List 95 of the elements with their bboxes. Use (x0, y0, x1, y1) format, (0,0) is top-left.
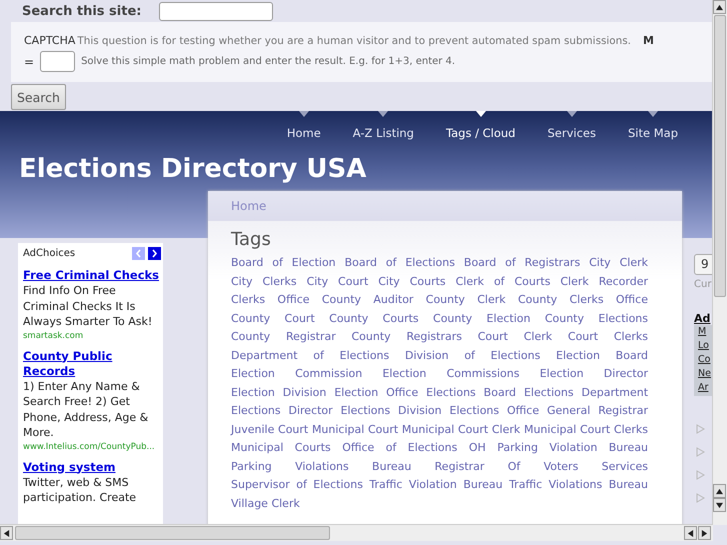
captcha-answer-field[interactable] (40, 51, 76, 72)
tag-link[interactable]: Clerks Office (231, 293, 310, 306)
search-field[interactable] (159, 2, 274, 20)
tag-link[interactable]: County Registrars (352, 330, 462, 343)
page-button[interactable]: 9 (694, 254, 713, 274)
play-triangle-icon[interactable] (696, 424, 705, 434)
tag-link[interactable]: City Clerks (231, 274, 297, 288)
nav-link[interactable]: A-Z Listing (336, 111, 430, 140)
tag-link[interactable]: County Clerks Office (518, 293, 648, 306)
tag-link[interactable]: City Court (306, 274, 368, 288)
tag-link[interactable]: County Elections (544, 312, 648, 324)
scroll-left-icon[interactable] (0, 526, 13, 540)
scroll-down-icon[interactable] (713, 498, 726, 512)
ad-box-link[interactable]: Ne (698, 366, 711, 380)
tag-link[interactable]: Department of Elections (231, 348, 390, 362)
tag-link[interactable]: Elections Department (524, 386, 648, 398)
tag-link[interactable]: Elections Office (450, 404, 540, 417)
tag-link[interactable]: Election Board (556, 348, 648, 362)
tag-link[interactable]: Board of Registrars (464, 256, 580, 269)
tag-link[interactable]: City Courts (378, 274, 446, 288)
ad-box-link[interactable]: Ar (698, 380, 708, 394)
scroll-right-icon[interactable] (698, 526, 711, 540)
ad-box-link[interactable]: M (698, 324, 706, 338)
play-triangle-icon[interactable] (696, 470, 705, 480)
tag-link[interactable]: General Registrar (547, 404, 648, 417)
tag-link[interactable]: County Court (231, 312, 315, 324)
tag-link[interactable]: Municipal Court Clerks (524, 422, 648, 436)
tag-link[interactable]: Election Director (540, 367, 648, 380)
tag-link[interactable]: Court Clerks (568, 330, 648, 343)
tag-link[interactable]: County Registrar (231, 330, 336, 343)
ad-text: Twitter, web & SMS participation. Create (23, 474, 138, 506)
play-triangle-icon[interactable] (696, 446, 705, 456)
nav-link[interactable]: Home (270, 111, 337, 140)
tag-link[interactable]: County Courts (329, 312, 419, 324)
tag-link[interactable]: Office of Elections (342, 441, 458, 454)
tag-link[interactable]: Village Clerk (231, 496, 300, 510)
vertical-scrollbar[interactable] (712, 0, 727, 525)
adchoices-label[interactable]: AdChoices (23, 248, 76, 259)
ad-box-title: Ad (694, 312, 713, 324)
play-triangle-icon[interactable] (696, 492, 705, 502)
ad-text: 1) Enter Any Name & Search Free! 2) Get Phone, Address, Age & More. (23, 378, 150, 440)
tag-link[interactable]: Board of Election (231, 256, 336, 269)
nav-link[interactable]: Services (531, 111, 612, 140)
tag-link[interactable]: Services (602, 460, 648, 472)
tag-link[interactable]: Election Office (334, 386, 418, 398)
tag-link[interactable]: Division of Elections (405, 348, 540, 362)
tag-link[interactable]: Elections Director (231, 404, 333, 417)
tag-link[interactable]: OH (468, 441, 486, 454)
captcha-hint: Solve this simple math problem and enter the result. E.g. for 1+3, enter 4. (81, 56, 456, 67)
site-title: Elections Directory USA (19, 154, 368, 184)
nav-link[interactable]: Site Map (612, 111, 694, 140)
tag-link[interactable]: Court Clerk (478, 330, 552, 343)
math-question: M (642, 34, 654, 47)
tag-link[interactable]: County Auditor (322, 293, 414, 306)
ad-box-link[interactable]: Lo (698, 338, 709, 352)
horizontal-scrollbar[interactable] (0, 524, 713, 541)
scroll-up-icon[interactable] (713, 484, 726, 498)
tag-link[interactable]: Registrar Of Voters (434, 460, 578, 472)
tag-link[interactable]: Clerk of Courts (456, 274, 550, 288)
captcha-label: CAPTCHA (24, 34, 76, 47)
tag-link[interactable]: Parking Violation Bureau (497, 441, 648, 454)
scroll-left-icon[interactable] (684, 526, 697, 540)
ad-text: Find Info On Free Criminal Checks It Is Always Smarter To Ask! (23, 283, 154, 330)
tag-link[interactable]: Clerk Recorder (560, 274, 648, 288)
tag-link[interactable]: Elections Division (340, 404, 442, 417)
nav-link[interactable]: Tags / Cloud (430, 111, 532, 140)
tag-link[interactable]: Supervisor of Elections (231, 478, 363, 491)
tag-link[interactable]: Parking Violations Bureau (231, 460, 412, 472)
ad-title-link[interactable]: County Public Records (23, 348, 163, 378)
tag-link[interactable]: City Clerk (589, 256, 648, 269)
tag-link[interactable]: Municipal Courts (231, 441, 331, 454)
tag-link[interactable]: Election Division (231, 386, 326, 398)
tag-link[interactable]: Juvenile Court (231, 422, 308, 436)
ad-url: www.Intelius.com/CountyPub... (23, 442, 156, 452)
page-heading: Tags (231, 229, 272, 250)
search-button[interactable]: Search (11, 84, 66, 110)
ad-box-link[interactable]: Co (698, 352, 710, 366)
tag-link[interactable]: Municipal Court Clerk (402, 422, 520, 436)
tag-link[interactable]: Traffic Violations Bureau (509, 478, 648, 491)
tag-link[interactable]: Municipal Court (312, 422, 398, 436)
tag-link[interactable]: County Clerk (426, 293, 506, 306)
tag-link[interactable]: Traffic Violation Bureau (369, 478, 503, 491)
tag-link[interactable]: Election Commission (231, 367, 362, 380)
tag-link[interactable]: County Election (433, 312, 530, 324)
ad-url: smartask.com (23, 330, 84, 340)
caption-text: Cur (694, 278, 712, 290)
scroll-up-icon[interactable] (713, 0, 726, 14)
captcha-description: This question is for testing whether you are a human visitor and to prevent automated spam submissions. (77, 35, 631, 47)
equals-sign: = (24, 54, 34, 68)
ad-title-link[interactable]: Voting system (23, 460, 163, 474)
tag-link[interactable]: Board of Elections (344, 256, 455, 269)
tag-link[interactable]: Election Commissions (382, 367, 520, 380)
ad-title-link[interactable]: Free Criminal Checks (23, 268, 163, 283)
search-label: Search this site: (22, 4, 142, 18)
tag-link[interactable]: Elections Board (426, 386, 516, 398)
